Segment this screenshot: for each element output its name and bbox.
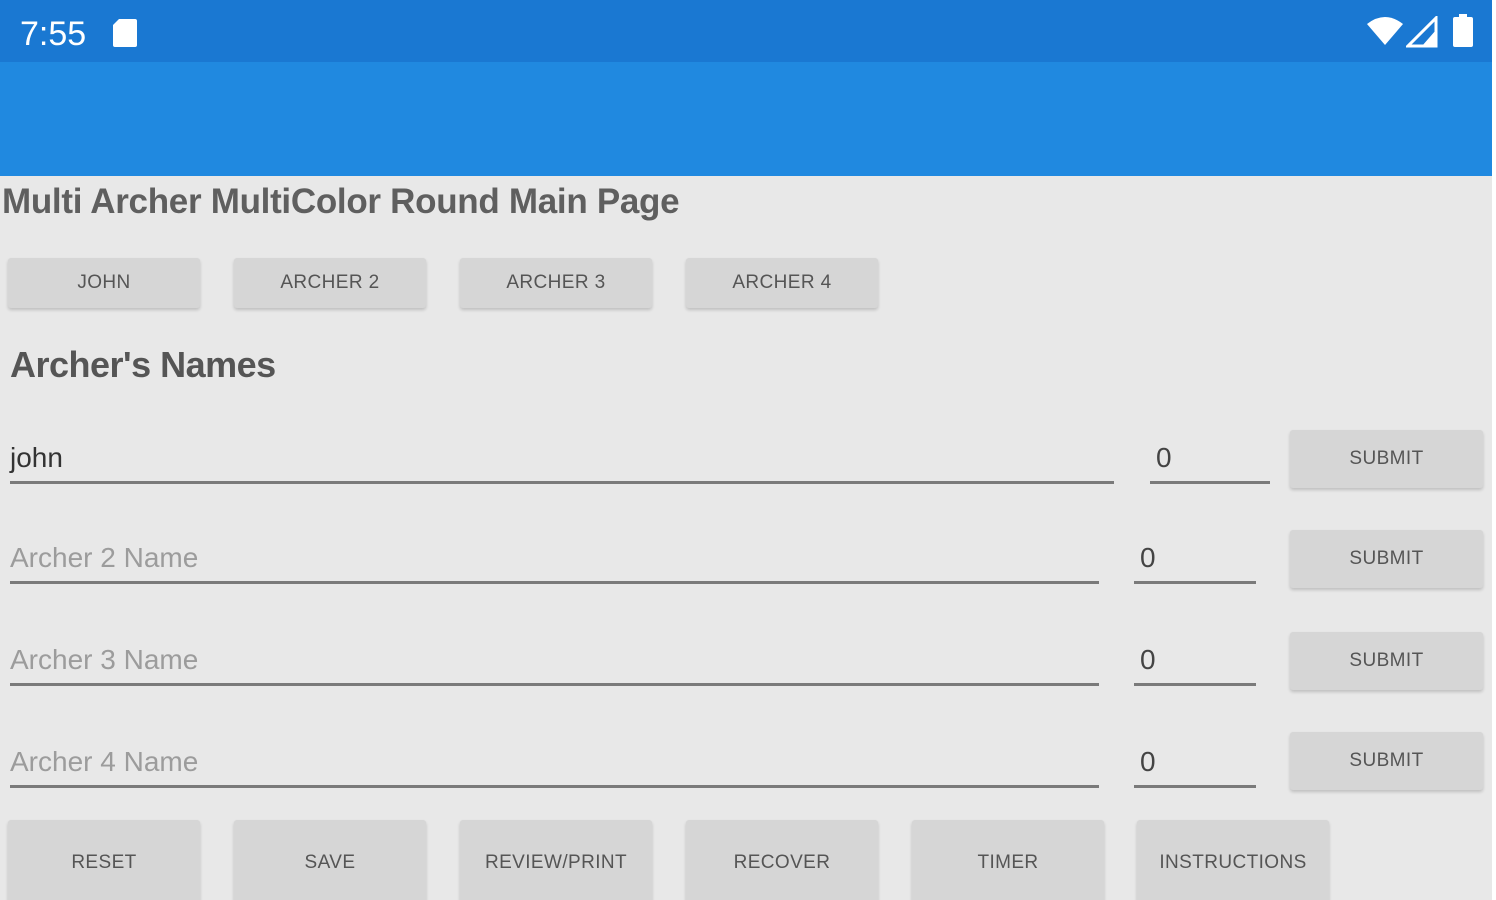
archer-tab-2[interactable]: ARCHER 2 xyxy=(234,258,426,308)
save-button[interactable]: SAVE xyxy=(234,820,426,900)
archer-tab-label: ARCHER 3 xyxy=(506,272,606,293)
status-bar: 7:55 xyxy=(0,0,1492,62)
review-print-label: REVIEW/PRINT xyxy=(484,852,628,873)
archer-tab-3[interactable]: ARCHER 3 xyxy=(460,258,652,308)
recover-label: RECOVER xyxy=(733,852,831,873)
archer-4-submit-button[interactable]: SUBMIT xyxy=(1290,732,1483,790)
archer-4-score-input[interactable]: 0 xyxy=(1134,742,1256,788)
submit-label: SUBMIT xyxy=(1349,750,1424,771)
archer-tab-label: JOHN xyxy=(77,272,131,293)
timer-label: TIMER xyxy=(977,852,1039,873)
app-bar xyxy=(0,62,1492,176)
submit-label: SUBMIT xyxy=(1349,548,1424,569)
archer-4-name-input[interactable]: Archer 4 Name xyxy=(10,742,1099,788)
archer-2-score-value: 0 xyxy=(1140,542,1156,573)
archer-tab-1[interactable]: JOHN xyxy=(8,258,200,308)
archer-1-score-input[interactable]: 0 xyxy=(1150,438,1270,484)
app-screen: 7:55 Multi Archer MultiColor Round Main … xyxy=(0,0,1492,900)
archer-3-score-input[interactable]: 0 xyxy=(1134,640,1256,686)
recover-button[interactable]: RECOVER xyxy=(686,820,878,900)
archer-1-score-value: 0 xyxy=(1156,442,1172,473)
review-print-button[interactable]: REVIEW/PRINT xyxy=(460,820,652,900)
archer-2-score-input[interactable]: 0 xyxy=(1134,538,1256,584)
save-label: SAVE xyxy=(304,852,356,873)
archer-tab-label: ARCHER 4 xyxy=(732,272,832,293)
instructions-label: INSTRUCTIONS xyxy=(1159,852,1307,873)
page-title: Multi Archer MultiColor Round Main Page xyxy=(2,182,680,221)
archer-3-submit-button[interactable]: SUBMIT xyxy=(1290,632,1483,690)
timer-button[interactable]: TIMER xyxy=(912,820,1104,900)
section-heading: Archer's Names xyxy=(10,344,276,385)
archer-row-3: Archer 3 Name 0 SUBMIT xyxy=(0,632,1492,712)
archer-2-name-placeholder: Archer 2 Name xyxy=(10,542,199,573)
cell-signal-icon xyxy=(1406,16,1438,48)
archer-1-submit-button[interactable]: SUBMIT xyxy=(1290,430,1483,488)
submit-label: SUBMIT xyxy=(1349,650,1424,671)
archer-2-name-input[interactable]: Archer 2 Name xyxy=(10,538,1099,584)
archer-tab-4[interactable]: ARCHER 4 xyxy=(686,258,878,308)
archer-4-score-value: 0 xyxy=(1140,746,1156,777)
archer-3-name-placeholder: Archer 3 Name xyxy=(10,644,199,675)
archer-1-name-value: john xyxy=(10,442,63,473)
submit-label: SUBMIT xyxy=(1349,448,1424,469)
battery-icon xyxy=(1453,14,1473,47)
archer-tab-label: ARCHER 2 xyxy=(280,272,380,293)
archer-1-name-input[interactable]: john xyxy=(10,438,1114,484)
reset-button[interactable]: RESET xyxy=(8,820,200,900)
status-time: 7:55 xyxy=(20,15,87,53)
archer-row-2: Archer 2 Name 0 SUBMIT xyxy=(0,530,1492,610)
instructions-button[interactable]: INSTRUCTIONS xyxy=(1137,820,1329,900)
archer-row-1: john 0 SUBMIT xyxy=(0,430,1492,510)
wifi-icon xyxy=(1367,17,1403,45)
archer-4-name-placeholder: Archer 4 Name xyxy=(10,746,199,777)
archer-2-submit-button[interactable]: SUBMIT xyxy=(1290,530,1483,588)
archer-3-score-value: 0 xyxy=(1140,644,1156,675)
archer-3-name-input[interactable]: Archer 3 Name xyxy=(10,640,1099,686)
sd-card-icon xyxy=(113,19,137,47)
reset-label: RESET xyxy=(71,852,137,873)
archer-row-4: Archer 4 Name 0 SUBMIT xyxy=(0,732,1492,812)
